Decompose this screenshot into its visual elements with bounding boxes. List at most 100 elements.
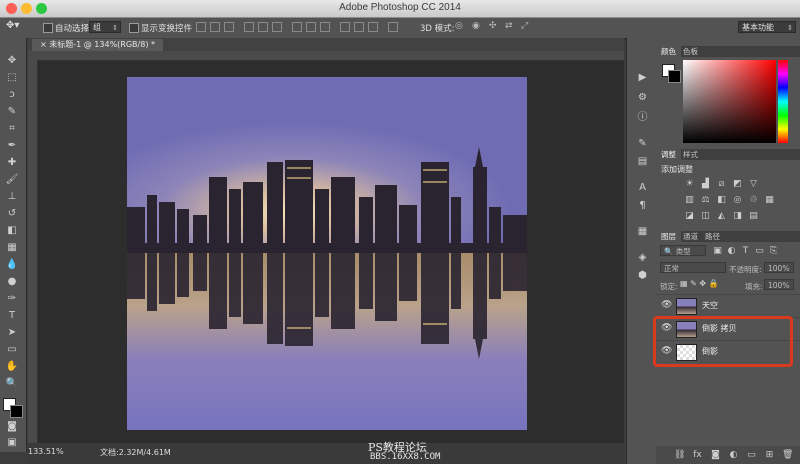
align-top-icon[interactable] <box>196 22 206 32</box>
history-brush-tool-icon[interactable]: ↺ <box>4 207 20 220</box>
zoom-level[interactable]: 133.51% <box>28 447 64 456</box>
path-selection-tool-icon[interactable]: ➤ <box>4 326 20 339</box>
auto-select-dropdown[interactable]: 组 <box>89 21 121 34</box>
layer-row[interactable]: 👁 天空 <box>656 294 800 317</box>
eyedropper-tool-icon[interactable]: ✒ <box>4 139 20 152</box>
3d-scale-icon[interactable]: ⤢ <box>521 21 528 31</box>
posterize-icon[interactable]: ◫ <box>700 211 711 221</box>
move-tool-icon[interactable]: ✥ <box>4 54 20 67</box>
color-balance-icon[interactable]: ⚖ <box>700 195 711 205</box>
vertical-ruler[interactable] <box>28 60 38 443</box>
eraser-tool-icon[interactable]: ◧ <box>4 224 20 237</box>
rectangle-tool-icon[interactable]: ▭ <box>4 343 20 356</box>
add-mask-icon[interactable]: ◙ <box>710 450 721 460</box>
brush-panel-icon[interactable]: ✎ <box>636 138 649 150</box>
distribute-center-icon[interactable] <box>354 22 364 32</box>
auto-align-icon[interactable] <box>388 22 398 32</box>
document-size-info[interactable]: 文档:2.32M/4.61M <box>100 447 171 458</box>
3d-slide-icon[interactable]: ⇄ <box>505 21 513 31</box>
auto-select-checkbox[interactable] <box>43 23 53 33</box>
quick-mask-icon[interactable]: ◙ <box>4 420 20 433</box>
channel-mixer-icon[interactable]: ♲ <box>748 195 759 205</box>
opacity-input[interactable]: 100% <box>764 262 794 273</box>
brush-tool-icon[interactable]: 🖌 <box>4 173 20 186</box>
healing-brush-tool-icon[interactable]: ✚ <box>4 156 20 169</box>
filter-pixel-icon[interactable]: ▣ <box>712 246 723 256</box>
gradient-map-icon[interactable]: ▤ <box>748 211 759 221</box>
close-tab-icon[interactable]: × <box>40 40 49 49</box>
delete-layer-icon[interactable]: 🗑 <box>782 450 793 460</box>
background-color-swatch[interactable] <box>10 405 23 418</box>
document-tab[interactable]: × 未标题-1 @ 134%(RGB/8) * <box>32 39 163 51</box>
new-layer-icon[interactable]: ⊞ <box>764 450 775 460</box>
workspace-dropdown[interactable]: 基本功能 <box>738 21 796 34</box>
invert-icon[interactable]: ◪ <box>684 211 695 221</box>
clone-stamp-tool-icon[interactable]: ⊥ <box>4 190 20 203</box>
lock-options-icons[interactable]: ▦ ✎ ✥ 🔒 <box>680 279 719 288</box>
align-right-icon[interactable] <box>272 22 282 32</box>
hue-saturation-icon[interactable]: ▥ <box>684 195 695 205</box>
black-white-icon[interactable]: ◧ <box>716 195 727 205</box>
selective-color-icon[interactable]: ◨ <box>732 211 743 221</box>
brush-presets-icon[interactable]: ▤ <box>636 156 649 168</box>
zoom-tool-icon[interactable]: 🔍 <box>4 377 20 390</box>
distribute-left-icon[interactable] <box>340 22 350 32</box>
exposure-icon[interactable]: ◩ <box>732 179 743 189</box>
dodge-tool-icon[interactable]: ● <box>4 275 20 288</box>
brightness-contrast-icon[interactable]: ☀ <box>684 179 695 189</box>
3d-panel-icon[interactable]: ⬢ <box>636 270 649 282</box>
filter-smart-object-icon[interactable]: ⎘ <box>768 246 779 256</box>
horizontal-ruler[interactable] <box>28 51 624 61</box>
layer-filter-dropdown[interactable]: 🔍 类型 <box>660 245 706 256</box>
hue-slider[interactable] <box>778 60 788 143</box>
filter-type-icon[interactable]: T <box>740 246 751 256</box>
3d-rotate-icon[interactable]: ◎ <box>455 21 463 31</box>
align-bottom-icon[interactable] <box>224 22 234 32</box>
photo-filter-icon[interactable]: ◎ <box>732 195 743 205</box>
move-tool-icon[interactable]: ✥▾ <box>6 20 19 31</box>
new-group-icon[interactable]: ▭ <box>746 450 757 460</box>
show-transform-checkbox[interactable] <box>129 23 139 33</box>
crop-tool-icon[interactable]: ⌗ <box>4 122 20 135</box>
blur-tool-icon[interactable]: 💧 <box>4 258 20 271</box>
distribute-right-icon[interactable] <box>368 22 378 32</box>
lasso-tool-icon[interactable]: ↄ <box>4 88 20 101</box>
levels-icon[interactable]: ▟ <box>700 179 711 189</box>
type-tool-icon[interactable]: T <box>4 309 20 322</box>
info-panel-icon[interactable]: ⓘ <box>636 112 649 124</box>
color-lookup-icon[interactable]: ▦ <box>764 195 775 205</box>
vibrance-icon[interactable]: ▽ <box>748 179 759 189</box>
filter-adjustment-icon[interactable]: ◐ <box>726 246 737 256</box>
actions-panel-icon[interactable]: ⚙ <box>636 92 649 104</box>
color-picker-field[interactable] <box>683 60 776 143</box>
character-panel-icon[interactable]: A <box>636 182 649 194</box>
properties-panel-icon[interactable]: ◈ <box>636 252 649 264</box>
quick-select-tool-icon[interactable]: ✎ <box>4 105 20 118</box>
threshold-icon[interactable]: ◭ <box>716 211 727 221</box>
align-left-icon[interactable] <box>244 22 254 32</box>
color-background-swatch[interactable] <box>668 70 681 83</box>
history-panel-icon[interactable]: ▶ <box>636 72 649 84</box>
distribute-top-icon[interactable] <box>292 22 302 32</box>
new-adjustment-layer-icon[interactable]: ◐ <box>728 450 739 460</box>
curves-icon[interactable]: ⧄ <box>716 179 727 189</box>
layer-style-icon[interactable]: fx <box>692 450 703 460</box>
tool-presets-icon[interactable]: ▦ <box>636 226 649 238</box>
link-layers-icon[interactable]: ⛓ <box>674 450 685 460</box>
3d-pan-icon[interactable]: ✣ <box>489 21 497 31</box>
pen-tool-icon[interactable]: ✑ <box>4 292 20 305</box>
distribute-bottom-icon[interactable] <box>320 22 330 32</box>
hand-tool-icon[interactable]: ✋ <box>4 360 20 373</box>
fill-input[interactable]: 100% <box>764 279 794 290</box>
blend-mode-dropdown[interactable]: 正常 <box>660 262 726 273</box>
visibility-eye-icon[interactable]: 👁 <box>661 300 672 310</box>
align-center-icon[interactable] <box>258 22 268 32</box>
marquee-tool-icon[interactable]: ⬚ <box>4 71 20 84</box>
3d-roll-icon[interactable]: ◉ <box>472 21 480 31</box>
filter-shape-icon[interactable]: ▭ <box>754 246 765 256</box>
tab-styles[interactable]: 样式 <box>678 149 703 160</box>
paragraph-panel-icon[interactable]: ¶ <box>636 200 649 212</box>
distribute-middle-icon[interactable] <box>306 22 316 32</box>
screen-mode-icon[interactable]: ▣ <box>4 436 20 449</box>
align-middle-icon[interactable] <box>210 22 220 32</box>
